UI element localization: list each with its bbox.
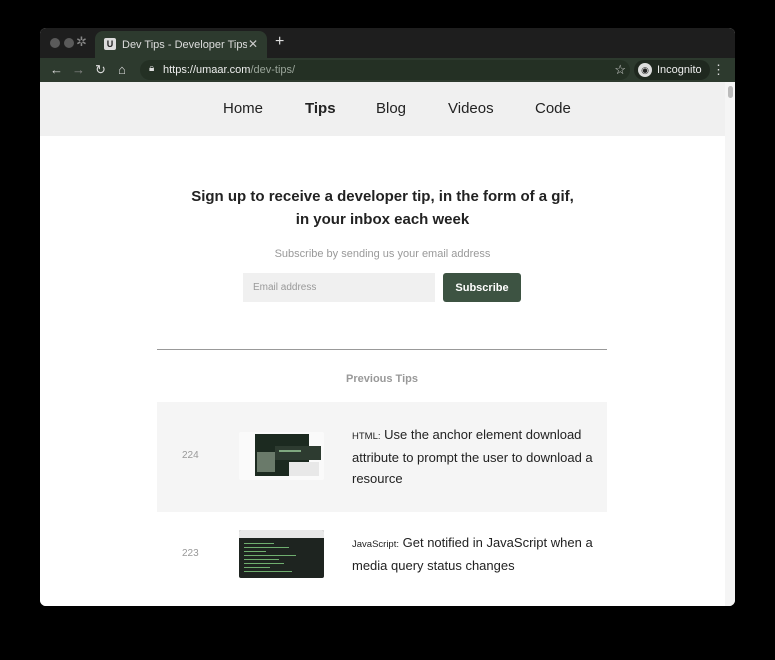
scrollbar-track[interactable] [725, 82, 735, 606]
tip-language: JavaScript: [352, 539, 399, 550]
signup-heading: Sign up to receive a developer tip, in t… [191, 188, 574, 228]
tip-thumbnail[interactable] [239, 530, 324, 578]
browser-window: ✲ U Dev Tips - Developer Tips by ✕ + ← →… [40, 28, 735, 606]
scrollbar-thumb[interactable] [728, 86, 733, 98]
page-viewport: Home Tips Blog Videos Code Sign up to re… [40, 82, 725, 606]
nav-code[interactable]: Code [535, 100, 571, 117]
tip-number: 223 [182, 548, 199, 559]
minimize-window-dot[interactable] [64, 38, 74, 48]
reload-icon[interactable]: ↻ [95, 62, 106, 78]
home-icon[interactable]: ⌂ [118, 62, 126, 77]
close-tab-icon[interactable]: ✕ [248, 37, 258, 51]
browser-toolbar: ← → ↻ ⌂ 🔒︎ https://umaar.com/dev-tips/ ☆… [40, 58, 735, 82]
signup-subtitle: Subscribe by sending us your email addre… [274, 248, 491, 260]
title-bar: ✲ U Dev Tips - Developer Tips by ✕ + [40, 28, 735, 58]
nav-blog[interactable]: Blog [376, 100, 406, 117]
section-divider [157, 349, 607, 350]
lock-icon: 🔒︎ [149, 63, 155, 74]
back-icon[interactable]: ← [50, 62, 63, 77]
url-text[interactable]: https://umaar.com/dev-tips/ [163, 64, 295, 76]
subscribe-button[interactable]: Subscribe [443, 273, 521, 302]
tip-text[interactable]: JavaScript: Get notified in JavaScript w… [352, 532, 602, 576]
tip-row[interactable]: 223 JavaScript: Get notified in JavaScri… [157, 512, 607, 606]
tip-language: HTML: [352, 431, 381, 442]
previous-tips-heading: Previous Tips [346, 373, 418, 385]
incognito-label: Incognito [657, 64, 702, 76]
extension-icon[interactable]: ✲ [76, 34, 87, 50]
nav-tips[interactable]: Tips [305, 100, 336, 117]
forward-icon[interactable]: → [72, 62, 85, 77]
browser-tab[interactable]: U Dev Tips - Developer Tips by ✕ [95, 31, 267, 58]
browser-menu-icon[interactable]: ⋮ [712, 62, 725, 78]
site-nav: Home Tips Blog Videos Code [40, 82, 725, 136]
incognito-icon: ◉ [638, 63, 652, 77]
email-input[interactable] [243, 273, 435, 302]
incognito-badge[interactable]: ◉ Incognito [634, 60, 710, 80]
nav-home[interactable]: Home [223, 100, 263, 117]
tip-row[interactable]: 224 HTML: Use the anchor element downloa… [157, 402, 607, 512]
tip-thumbnail[interactable] [239, 432, 324, 480]
address-bar[interactable]: 🔒︎ https://umaar.com/dev-tips/ ☆ [140, 60, 630, 80]
bookmark-star-icon[interactable]: ☆ [614, 62, 626, 78]
close-window-dot[interactable] [50, 38, 60, 48]
nav-videos[interactable]: Videos [448, 100, 494, 117]
tip-number: 224 [182, 450, 199, 461]
tip-description[interactable]: Use the anchor element download attribut… [352, 427, 593, 486]
favicon-icon: U [104, 38, 116, 50]
tip-text[interactable]: HTML: Use the anchor element download at… [352, 424, 602, 489]
new-tab-icon[interactable]: + [275, 33, 284, 51]
tab-title: Dev Tips - Developer Tips by [122, 39, 247, 51]
